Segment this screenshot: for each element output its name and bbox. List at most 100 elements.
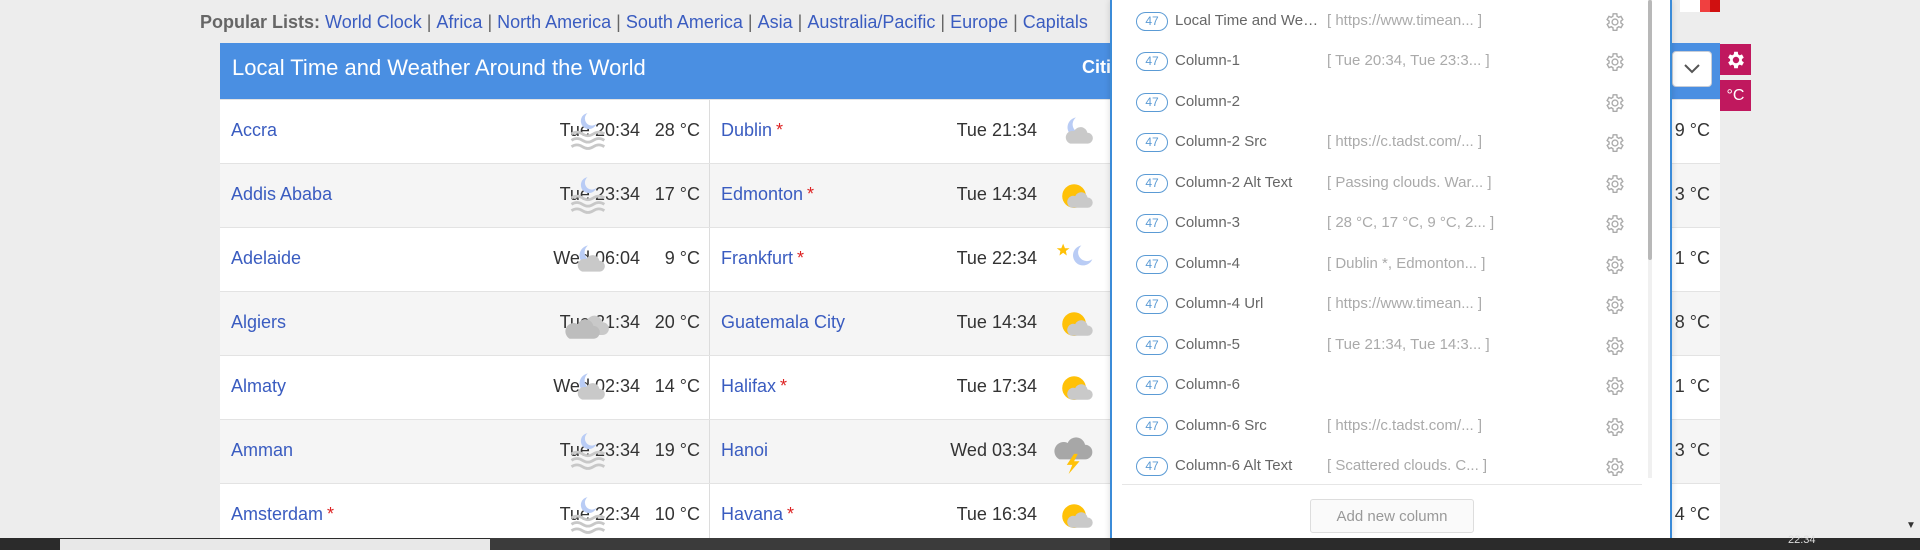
count-badge: 47 xyxy=(1136,214,1168,233)
city-link[interactable]: Amman xyxy=(231,440,293,461)
column-item[interactable]: 47 Column-2 Alt Text [ Passing clouds. War… xyxy=(1112,163,1652,203)
local-time: Tue 16:34 xyxy=(956,504,1037,524)
count-badge: 47 xyxy=(1136,92,1168,112)
gear-icon xyxy=(1727,51,1744,68)
gear-icon[interactable] xyxy=(1604,254,1626,276)
city-link[interactable]: Dublin xyxy=(721,120,772,141)
local-time: Wed 03:34 xyxy=(950,440,1037,460)
column-name: Column-6 xyxy=(1175,376,1241,393)
link-australia-pacific[interactable]: Australia/Pacific xyxy=(807,12,935,32)
chevron-down-icon xyxy=(1684,64,1700,74)
taskbar: 22:34 xyxy=(0,534,1920,550)
column-item[interactable]: 47 Column-5 [ Tue 21:34, Tue 14:3... ] xyxy=(1112,325,1652,365)
sun-cloud-icon xyxy=(1052,368,1098,410)
column-preview: [ https://c.tadst.com/... ] xyxy=(1327,416,1483,434)
link-europe[interactable]: Europe xyxy=(950,12,1008,32)
column-name: Local Time and Weat... xyxy=(1175,11,1325,29)
night-cloud-icon xyxy=(564,240,610,282)
city-link[interactable]: Frankfurt xyxy=(721,248,793,269)
local-time: Tue 14:34 xyxy=(956,312,1037,332)
city-cell: Algiers Tue 21:34 20 °C xyxy=(220,292,710,355)
card-title: Local Time and Weather Around the World xyxy=(232,55,646,80)
gear-icon[interactable] xyxy=(1604,132,1626,154)
city-link[interactable]: Guatemala City xyxy=(721,312,845,333)
column-item[interactable]: 47 Column-3 [ 28 °C, 17 °C, 9 °C, 2... ] xyxy=(1112,203,1652,243)
count-badge: 47 xyxy=(1136,133,1168,152)
count-badge: 47 xyxy=(1136,52,1168,71)
city-cell: Adelaide Wed 06:04 9 °C xyxy=(220,228,710,291)
link-capitals[interactable]: Capitals xyxy=(1023,12,1088,32)
night-fog-icon xyxy=(564,176,610,218)
city-link[interactable]: Havana xyxy=(721,504,783,525)
count-badge: 47 xyxy=(1136,416,1168,436)
settings-button[interactable] xyxy=(1720,44,1751,75)
dst-marker: * xyxy=(327,504,335,524)
column-item[interactable]: 47 Column-6 xyxy=(1112,365,1652,405)
column-preview: [ Tue 20:34, Tue 23:3... ] xyxy=(1327,52,1490,69)
local-time: Tue 22:34 xyxy=(956,248,1037,268)
add-column-button[interactable]: Add new column xyxy=(1310,499,1474,533)
city-link[interactable]: Halifax xyxy=(721,376,776,397)
link-south-america[interactable]: South America xyxy=(626,12,743,32)
column-name: Column-2 Src xyxy=(1175,133,1267,150)
popular-lists-label: Popular Lists: xyxy=(200,12,321,32)
city-link[interactable]: Almaty xyxy=(231,376,286,397)
gear-icon[interactable] xyxy=(1604,456,1626,478)
temperature: 10 °C xyxy=(654,504,700,524)
panel-scrollbar-thumb[interactable] xyxy=(1648,0,1652,260)
count-badge: 47 xyxy=(1136,335,1168,355)
gear-icon[interactable] xyxy=(1604,294,1626,316)
city-link[interactable]: Hanoi xyxy=(721,440,768,461)
gear-icon[interactable] xyxy=(1604,173,1626,195)
city-link[interactable]: Adelaide xyxy=(231,248,301,269)
local-time: Tue 17:34 xyxy=(956,376,1037,396)
gear-icon[interactable] xyxy=(1604,416,1626,438)
taskbar-search[interactable] xyxy=(60,539,490,550)
gear-icon[interactable] xyxy=(1604,375,1626,397)
cities-dropdown[interactable] xyxy=(1672,51,1712,87)
column-item[interactable]: 47 Column-2 xyxy=(1112,82,1652,122)
column-item[interactable]: 47 Column-1 [ Tue 20:34, Tue 23:3... ] xyxy=(1112,41,1652,81)
column-name: Column-6 Alt Text xyxy=(1175,457,1293,474)
gear-icon[interactable] xyxy=(1604,92,1626,114)
city-link[interactable]: Algiers xyxy=(231,312,286,333)
gear-icon[interactable] xyxy=(1604,335,1626,357)
gear-icon[interactable] xyxy=(1604,11,1626,33)
dst-marker: * xyxy=(807,184,815,204)
dst-marker: * xyxy=(797,248,805,268)
scroll-down-icon[interactable]: ▼ xyxy=(1906,520,1916,531)
column-item[interactable]: 47 Column-6 Src [ https://c.tadst.com/... … xyxy=(1112,406,1652,446)
column-name: Column-6 Src xyxy=(1175,416,1267,434)
night-clear-icon xyxy=(1052,240,1098,282)
popular-lists: Popular Lists: World Clock | Africa | North … xyxy=(200,12,1088,32)
city-link[interactable]: Amsterdam xyxy=(231,504,323,525)
count-badge: 47 xyxy=(1136,11,1168,31)
column-panel: 47Local Time and Weath...[ Accra, Addis … xyxy=(1110,0,1672,550)
gear-icon[interactable] xyxy=(1604,51,1626,73)
link-asia[interactable]: Asia xyxy=(758,12,793,32)
dst-marker: * xyxy=(780,376,788,396)
column-item[interactable]: 47 Column-4 Url [ https://www.timean... ] xyxy=(1112,284,1652,324)
count-badge: 47 xyxy=(1136,173,1168,193)
city-link[interactable]: Accra xyxy=(231,120,277,141)
column-preview: [ 28 °C, 17 °C, 9 °C, 2... ] xyxy=(1327,214,1495,231)
column-item[interactable]: 47 Local Time and Weat...[ https://www.ti… xyxy=(1112,1,1652,41)
sun-cloud-icon xyxy=(1052,304,1098,346)
column-item[interactable]: 47 Column-2 Src [ https://c.tadst.com/... … xyxy=(1112,122,1652,162)
city-cell: Almaty Wed 02:34 14 °C xyxy=(220,356,710,419)
city-link[interactable]: Edmonton xyxy=(721,184,803,205)
clouds-icon xyxy=(564,304,610,346)
gear-icon[interactable] xyxy=(1604,213,1626,235)
local-time: Tue 21:34 xyxy=(956,120,1037,140)
night-cloud-icon xyxy=(1052,112,1098,154)
column-item[interactable]: 47 Column-4 [ Dublin *, Edmonton... ] xyxy=(1112,244,1652,284)
unit-toggle-button[interactable]: °C xyxy=(1720,80,1751,111)
link-africa[interactable]: Africa xyxy=(436,12,482,32)
city-link[interactable]: Addis Ababa xyxy=(231,184,332,205)
column-item[interactable]: 47 Column-6 Alt Text [ Scattered clouds. C… xyxy=(1112,446,1652,486)
link-north-america[interactable]: North America xyxy=(497,12,611,32)
temperature: 20 °C xyxy=(654,312,700,332)
link-world-clock[interactable]: World Clock xyxy=(325,12,422,32)
count-badge: 47 xyxy=(1136,376,1168,395)
dst-marker: * xyxy=(776,120,784,140)
